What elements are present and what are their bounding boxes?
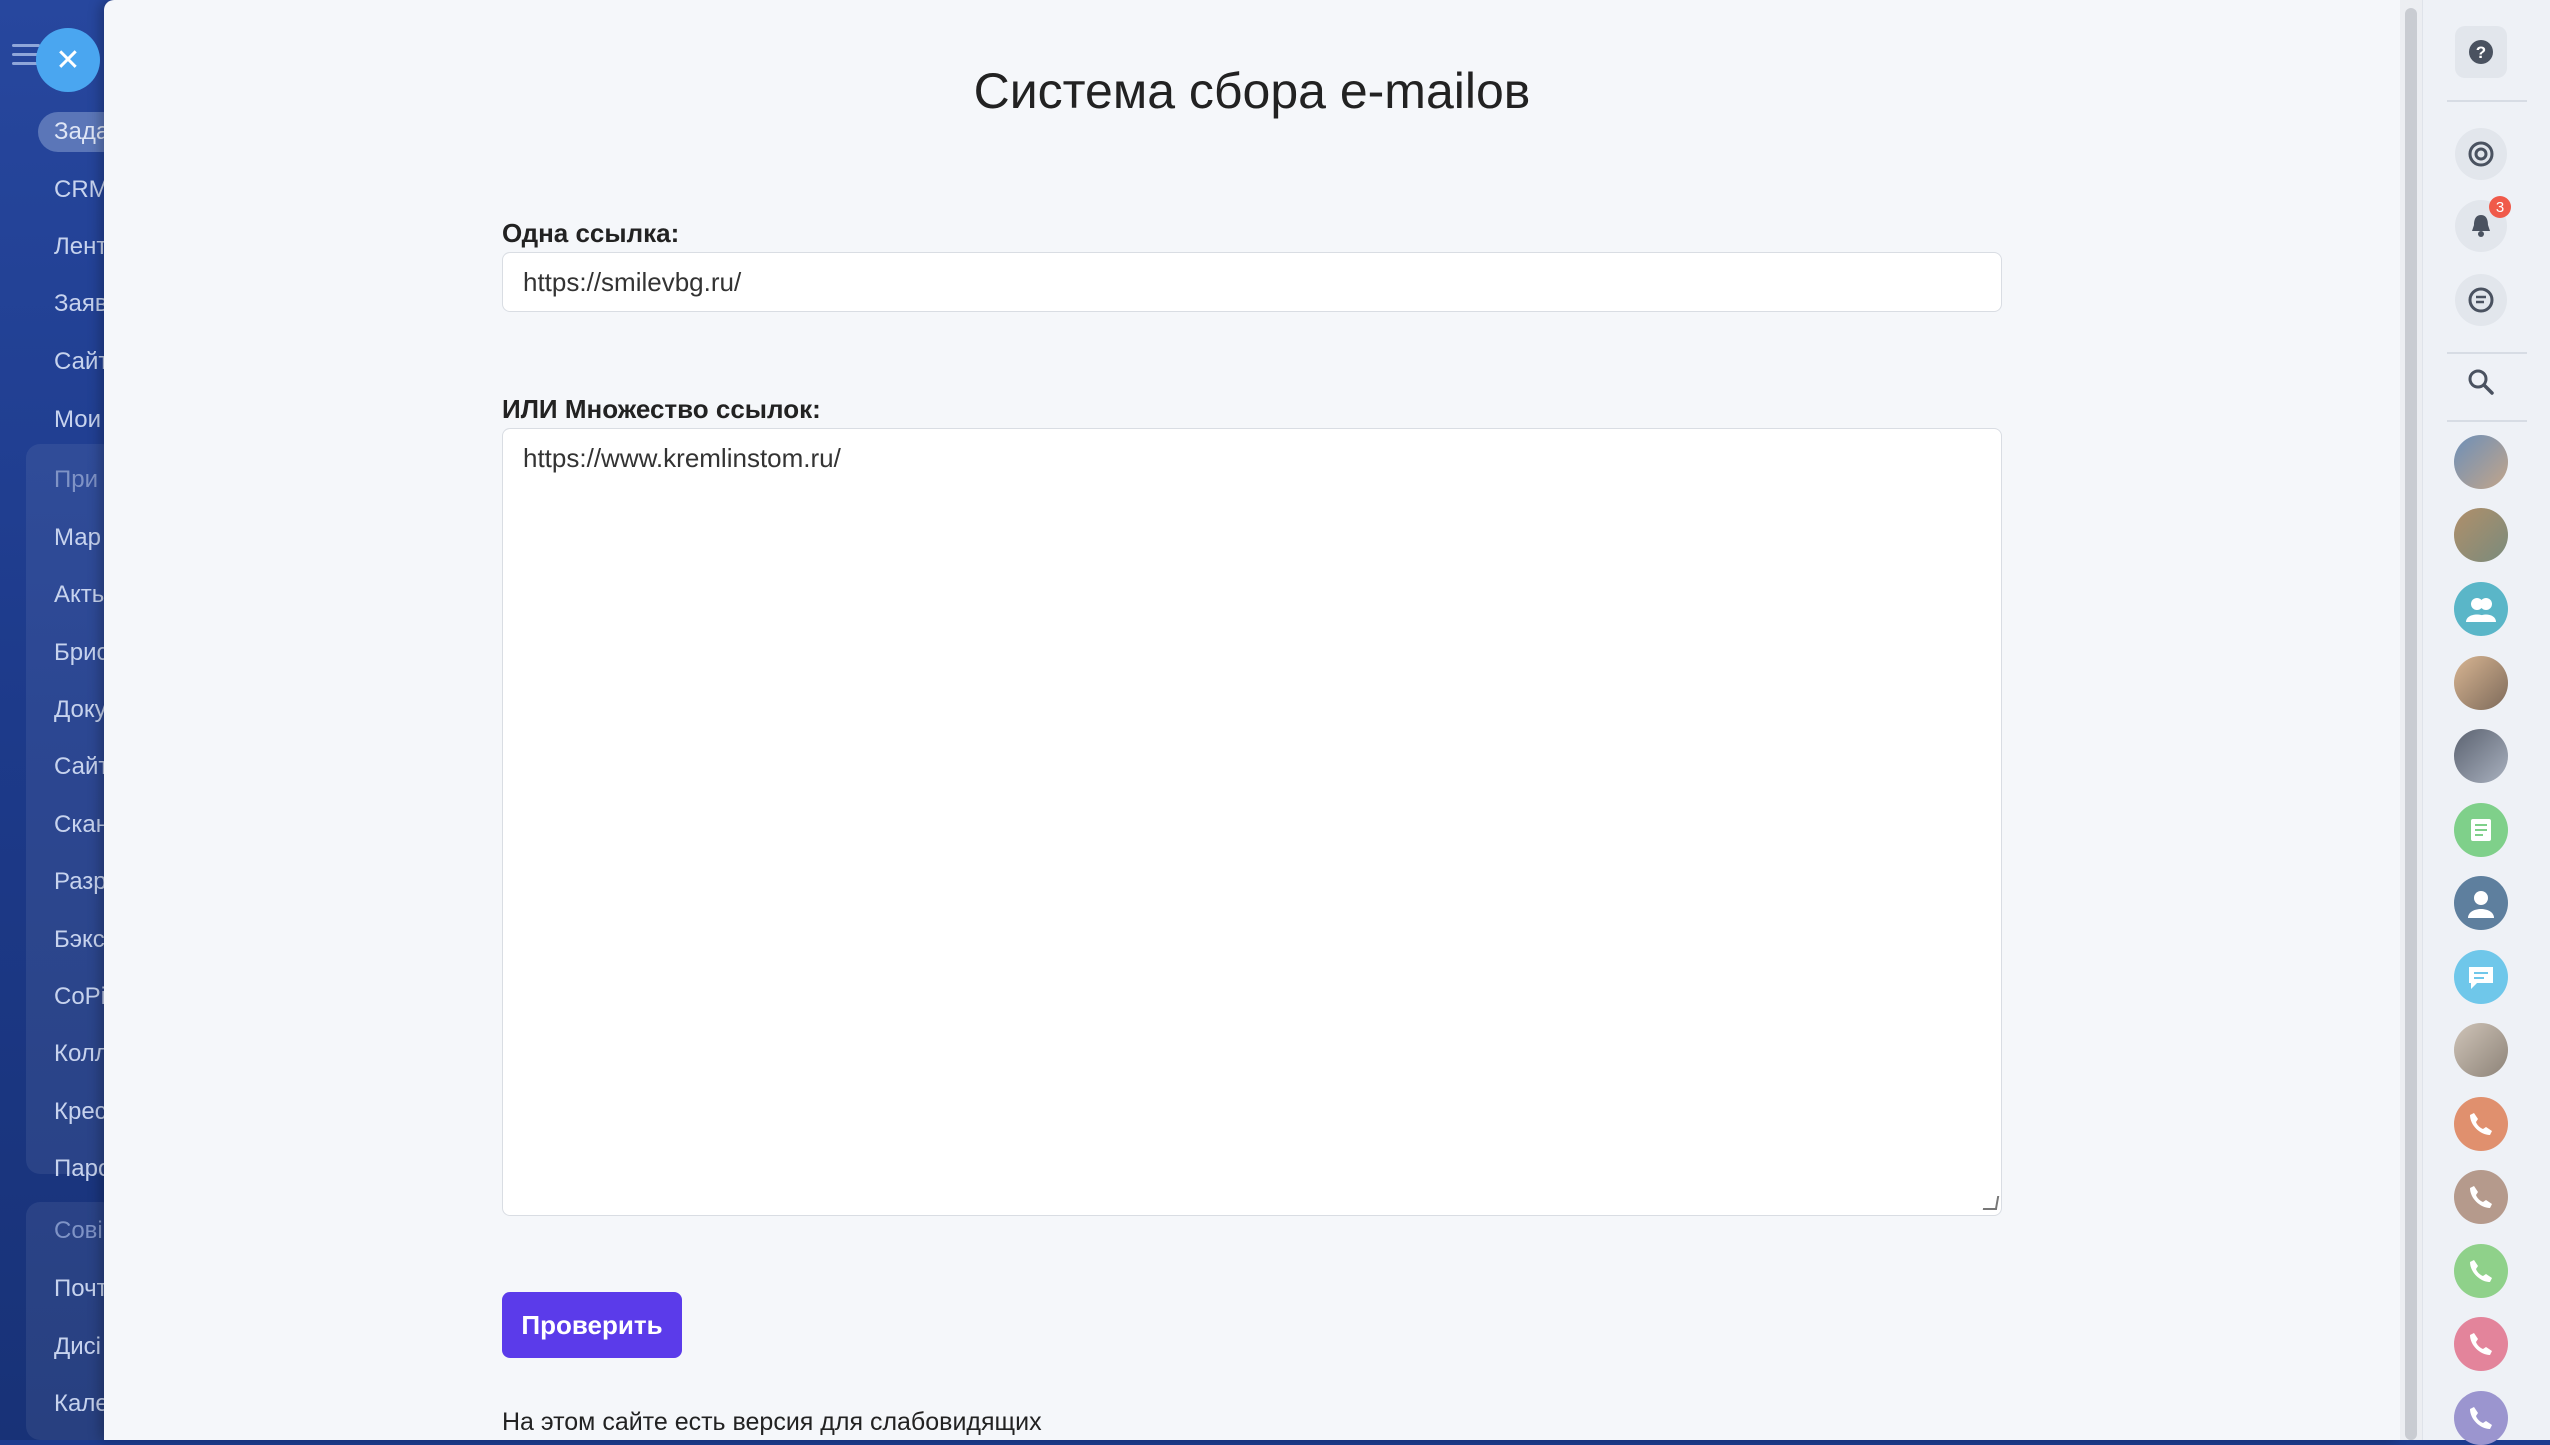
messenger-button[interactable] bbox=[2455, 274, 2507, 326]
sidebar-item-mail[interactable]: Почт bbox=[54, 1275, 108, 1303]
left-sidebar: Зада CRM Лент Заяв Сайт Мои При Мар Акть… bbox=[0, 0, 110, 1440]
sidebar-item-scan[interactable]: Скан bbox=[54, 811, 109, 839]
copilot-icon bbox=[2468, 141, 2494, 167]
news-chat-avatar[interactable] bbox=[2454, 803, 2508, 857]
svg-text:?: ? bbox=[2476, 43, 2486, 62]
notifications-button[interactable]: 3 bbox=[2455, 196, 2511, 252]
phone-icon bbox=[2470, 1407, 2492, 1429]
multi-link-label: ИЛИ Множество ссылок: bbox=[502, 394, 821, 424]
sidebar-item-requests[interactable]: Заяв bbox=[54, 290, 108, 318]
notifications-badge: 3 bbox=[2489, 196, 2511, 218]
user-avatar[interactable] bbox=[2454, 876, 2508, 930]
phone-icon bbox=[2470, 1333, 2492, 1355]
page-title: Система сбора e-mailов bbox=[973, 63, 1531, 119]
scrollbar-thumb[interactable] bbox=[2405, 8, 2417, 1440]
sidebar-item-marketing[interactable]: Мар bbox=[54, 524, 101, 552]
check-button[interactable]: Проверить bbox=[502, 1292, 682, 1358]
sidebar-item-tasks[interactable]: Зада bbox=[38, 112, 110, 152]
search-button[interactable] bbox=[2455, 356, 2507, 408]
group-chat-avatar[interactable] bbox=[2454, 582, 2508, 636]
divider bbox=[2447, 420, 2527, 422]
bell-icon bbox=[2472, 215, 2490, 237]
sidebar-item-brief[interactable]: Брис bbox=[54, 639, 109, 667]
sidebar-item-copi[interactable]: СоРі bbox=[54, 983, 106, 1011]
sidebar-item-sites[interactable]: Сайт bbox=[54, 348, 109, 376]
avatar[interactable] bbox=[2454, 729, 2508, 783]
sidebar-item-my[interactable]: Мои bbox=[54, 406, 101, 434]
sidebar-item-docs[interactable]: Доку bbox=[54, 696, 107, 724]
sidebar-item-coll[interactable]: Колл bbox=[54, 1040, 109, 1068]
sidebar-item-cre[interactable]: Крес bbox=[54, 1098, 107, 1126]
avatar[interactable] bbox=[2454, 508, 2508, 562]
sidebar-item-disk[interactable]: Дисі bbox=[54, 1333, 101, 1361]
call-avatar[interactable] bbox=[2454, 1244, 2508, 1298]
resize-handle-icon[interactable] bbox=[1982, 1196, 2000, 1210]
sidebar-item-backup[interactable]: Бэкс bbox=[54, 926, 105, 954]
multi-link-textarea[interactable]: https://www.kremlinstom.ru/ bbox=[502, 428, 2002, 1216]
message-icon bbox=[2469, 967, 2493, 989]
call-avatar[interactable] bbox=[2454, 1391, 2508, 1445]
main-panel: Система сбора e-mailов Одна ссылка: ИЛИ … bbox=[104, 0, 2400, 1440]
call-avatar[interactable] bbox=[2454, 1317, 2508, 1371]
avatar[interactable] bbox=[2454, 1023, 2508, 1077]
avatar[interactable] bbox=[2454, 435, 2508, 489]
accessibility-note: На этом сайте есть версия для слабовидящ… bbox=[502, 1408, 1042, 1436]
call-avatar[interactable] bbox=[2454, 1097, 2508, 1151]
phone-icon bbox=[2470, 1186, 2492, 1208]
divider bbox=[2447, 100, 2527, 102]
close-icon: ✕ bbox=[55, 43, 81, 77]
sidebar-item-crm[interactable]: CRM bbox=[54, 176, 109, 204]
phone-icon bbox=[2470, 1260, 2492, 1282]
question-icon: ? bbox=[2469, 40, 2493, 64]
sidebar-item-feed[interactable]: Лент bbox=[54, 233, 107, 261]
single-link-label: Одна ссылка: bbox=[502, 218, 680, 248]
right-sidebar: ? 3 bbox=[2422, 0, 2550, 1445]
sidebar-item-dev[interactable]: Разр bbox=[54, 868, 107, 896]
user-icon bbox=[2468, 891, 2494, 918]
sidebar-group-apps: При bbox=[54, 466, 99, 493]
single-link-input[interactable] bbox=[502, 252, 2002, 312]
sidebar-item-calendar[interactable]: Кале bbox=[54, 1390, 109, 1418]
divider bbox=[2447, 352, 2527, 354]
avatar[interactable] bbox=[2454, 656, 2508, 710]
chat-icon bbox=[2468, 287, 2494, 313]
newspaper-icon bbox=[2471, 819, 2491, 841]
search-icon bbox=[2468, 369, 2494, 395]
sidebar-item-sites-2[interactable]: Сайт bbox=[54, 753, 109, 781]
phone-icon bbox=[2470, 1113, 2492, 1135]
call-avatar[interactable] bbox=[2454, 1170, 2508, 1224]
copilot-button[interactable] bbox=[2455, 128, 2507, 180]
sidebar-group-collab: Сові bbox=[54, 1217, 103, 1244]
sidebar-item-passwords[interactable]: Пароі bbox=[54, 1155, 110, 1183]
close-slider-button[interactable]: ✕ bbox=[36, 28, 100, 92]
chat-avatar[interactable] bbox=[2454, 950, 2508, 1004]
sidebar-item-acts[interactable]: Акть bbox=[54, 581, 104, 609]
help-button[interactable]: ? bbox=[2455, 26, 2507, 78]
users-icon bbox=[2466, 598, 2496, 622]
